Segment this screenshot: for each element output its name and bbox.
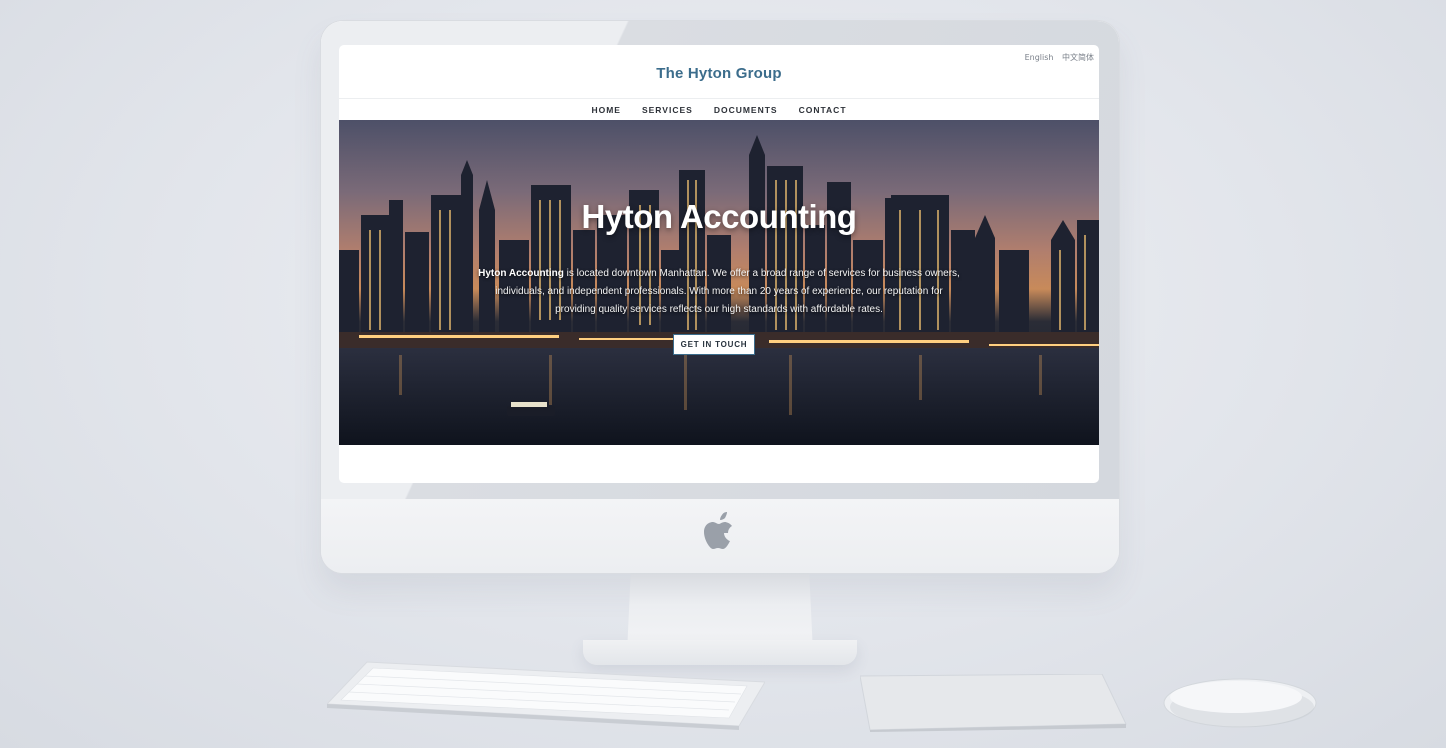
trackpad-image (860, 674, 1127, 732)
apple-logo-icon (704, 512, 732, 549)
hero-intro: Hyton Accounting is located downtown Man… (474, 265, 964, 319)
hero-intro-text: is located downtown Manhattan. We offer … (495, 268, 960, 315)
nav-documents[interactable]: DOCUMENTS (714, 99, 778, 120)
nav-contact[interactable]: CONTACT (799, 99, 847, 120)
main-nav: HOME SERVICES DOCUMENTS CONTACT (339, 98, 1099, 122)
language-switcher: English 中文简体 (1019, 52, 1094, 63)
mouse-image (1163, 678, 1317, 728)
nav-home[interactable]: HOME (591, 99, 621, 122)
nav-services[interactable]: SERVICES (642, 99, 693, 120)
get-in-touch-button[interactable]: GET IN TOUCH (673, 334, 755, 355)
keyboard-image (327, 661, 765, 730)
mockup-scene: English 中文简体 The Hyton Group HOME SERVIC… (0, 0, 1446, 748)
site-title[interactable]: The Hyton Group (339, 65, 1099, 82)
lang-english[interactable]: English (1025, 53, 1054, 62)
hero-banner: Hyton Accounting Hyton Accounting is loc… (339, 120, 1099, 445)
hero-title: Hyton Accounting (581, 198, 857, 235)
hero-intro-bold: Hyton Accounting (478, 268, 564, 279)
website-screen: English 中文简体 The Hyton Group HOME SERVIC… (339, 45, 1099, 483)
lang-chinese[interactable]: 中文简体 (1062, 53, 1094, 62)
